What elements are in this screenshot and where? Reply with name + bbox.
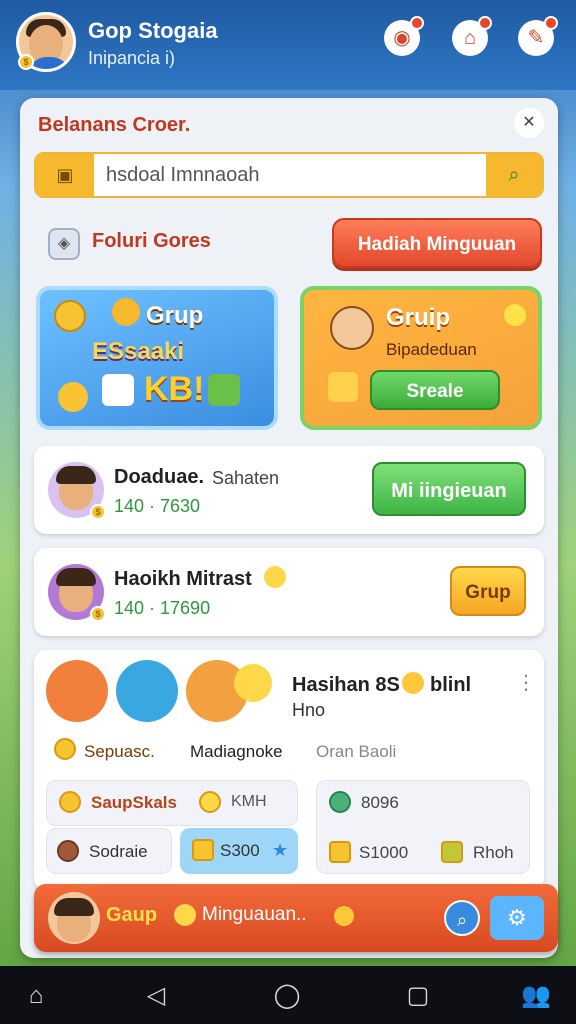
search-icon[interactable]: ⌕ <box>444 900 480 936</box>
hadiah-button[interactable]: Hadiah Minguuan <box>332 218 542 268</box>
user-subtitle: Inipancia i) <box>88 48 176 68</box>
dice-icon <box>102 374 134 406</box>
tile-subtitle-2: KB! <box>144 370 205 408</box>
gear-icon <box>112 298 140 326</box>
crown-icon <box>329 841 351 863</box>
gem-icon <box>329 791 351 813</box>
avatar-hair <box>56 466 96 484</box>
back-icon[interactable]: ◁ <box>138 978 174 1014</box>
stat-3: Rhoh <box>473 843 514 862</box>
star-icon <box>504 304 526 326</box>
avatar-hair <box>54 898 94 916</box>
box-value: KMH <box>231 793 267 810</box>
grup-button[interactable]: Grup <box>450 566 526 616</box>
item-chip[interactable]: Sodraie <box>46 828 172 874</box>
notification-dot <box>478 16 492 30</box>
shield-icon: ◈ <box>48 228 80 260</box>
emoji-icon <box>234 664 272 702</box>
trophy-icon <box>328 372 358 402</box>
card-extra: Sahaten <box>212 468 280 488</box>
group-title: Hasihan 8S <box>292 674 400 696</box>
home-circle-icon[interactable]: ◯ <box>269 978 305 1014</box>
notification-dot <box>410 16 424 30</box>
info-box: SaupSkals KMH <box>46 780 298 826</box>
sreale-button[interactable]: Sreale <box>370 370 500 410</box>
home-icon[interactable]: ⌂ <box>18 978 54 1014</box>
notification-dot <box>544 16 558 30</box>
avatar <box>330 306 374 350</box>
coin-icon: $ <box>90 504 106 520</box>
stats-box: 8096 S1000 Rhoh <box>316 780 530 874</box>
house-icon[interactable]: ⌂ <box>452 16 492 56</box>
search-bar: ▣ ⌕ <box>34 152 544 198</box>
more-icon[interactable]: ⋮ <box>516 670 536 695</box>
star-icon <box>199 791 221 813</box>
coin-icon: $ <box>18 54 34 70</box>
group-title-2: blinl <box>430 674 472 696</box>
recents-icon[interactable]: ▢ <box>400 978 436 1014</box>
potion-icon <box>57 840 79 862</box>
search-icon[interactable]: ⌕ <box>486 154 542 196</box>
sun-icon <box>334 906 354 926</box>
group-card: Hasihan 8S blinl ⋮ Hno Sepuasc. Madiagno… <box>34 650 544 890</box>
label-3: Oran Baoli <box>316 742 397 761</box>
system-nav-bar: ⌂ ◁ ◯ ▢ 👥 <box>0 966 576 1024</box>
panel-title: Belanans Croer. <box>38 114 191 136</box>
avatar-hair <box>56 568 96 586</box>
group-tile-blue[interactable]: Grup ESsaaki KB! <box>36 286 278 430</box>
avatar <box>46 660 108 722</box>
top-header: $ Gop Stogaia Inipancia i) ◉ ⌂ ✎ <box>0 0 576 90</box>
section-title: Foluri Gores <box>92 230 211 252</box>
gift-icon <box>441 841 463 863</box>
close-icon[interactable]: ✕ <box>514 108 544 138</box>
coin-icon: $ <box>90 606 106 622</box>
user-name: Gop Stogaia <box>88 18 218 43</box>
bottom-label: Gaup <box>106 904 158 926</box>
box-title: SaupSkals <box>91 793 177 812</box>
people-icon[interactable]: 👥 <box>518 978 554 1014</box>
tile-subtitle: ESsaaki <box>92 338 185 365</box>
star-icon <box>264 566 286 588</box>
gear-icon[interactable]: ⚙ <box>490 896 544 940</box>
card-number: 140 · 17690 <box>114 598 211 618</box>
lock-icon: ▣ <box>36 154 94 196</box>
search-input[interactable] <box>106 154 486 196</box>
label-2: Madiagnoke <box>190 742 283 761</box>
gift-icon <box>208 374 240 406</box>
game-controller-icon[interactable]: ◉ <box>384 16 424 56</box>
tile-subtitle: Bipadeduan <box>386 340 477 359</box>
list-item[interactable]: $ Haoikh Mitrast 140 · 17690 Grup <box>34 548 544 636</box>
gear-icon <box>58 382 88 412</box>
group-subtitle: Hno <box>292 700 326 720</box>
list-item[interactable]: $ Doaduae. Sahaten 140 · 7630 Mi iingieu… <box>34 446 544 534</box>
chip-label: Sodraie <box>89 842 148 861</box>
star-icon: ★ <box>272 840 289 860</box>
main-panel: Belanans Croer. ✕ ▣ ⌕ ◈ Foluri Gores Had… <box>20 98 558 958</box>
bottom-action-bar: Gaup Minguauan.. ⌕ ⚙ <box>34 884 558 952</box>
avatar <box>116 660 178 722</box>
group-tile-orange[interactable]: Gruip Bipadeduan Sreale <box>300 286 542 430</box>
trophy-icon <box>192 839 214 861</box>
item-chip-selected[interactable]: S300 ★ <box>180 828 298 874</box>
stat-1: 8096 <box>361 793 399 812</box>
card-action-button[interactable]: Mi iingieuan <box>372 462 526 516</box>
bottom-label-2: Minguauan.. <box>202 904 307 925</box>
avatar[interactable] <box>48 892 100 944</box>
card-name: Haoikh Mitrast <box>114 568 252 590</box>
coin-icon <box>54 738 76 760</box>
paw-icon <box>402 672 424 694</box>
coin-icon <box>174 904 196 926</box>
tile-title: Grup <box>146 302 204 329</box>
stat-2: S1000 <box>359 843 409 862</box>
tile-title: Gruip <box>386 304 450 331</box>
tools-icon[interactable]: ✎ <box>518 16 558 56</box>
card-number: 140 · 7630 <box>114 496 201 516</box>
chip-label: S300 <box>220 841 260 860</box>
card-name: Doaduae. <box>114 466 205 488</box>
coin-icon <box>54 300 86 332</box>
label-1: Sepuasc. <box>84 742 155 761</box>
money-icon <box>59 791 81 813</box>
